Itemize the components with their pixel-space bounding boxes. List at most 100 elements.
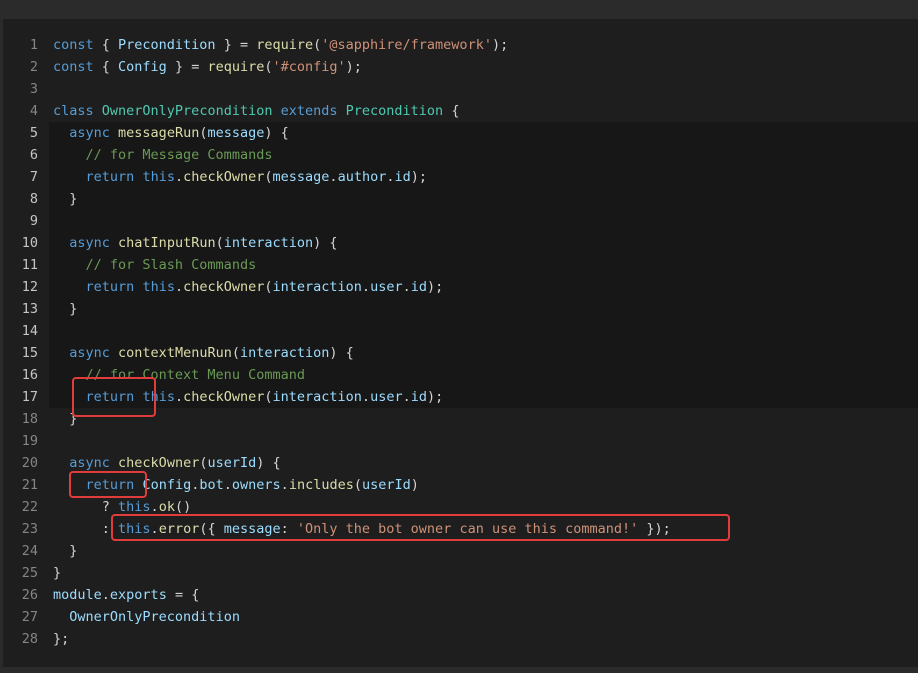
code-line[interactable]: 2 const { Config } = require('#config'); xyxy=(3,56,918,78)
code-token: user xyxy=(370,279,403,295)
code-token: user xyxy=(370,389,403,405)
code-token: Config xyxy=(142,477,192,493)
line-number: 24 xyxy=(21,543,38,559)
code-token: { xyxy=(93,59,119,75)
code-token: = { xyxy=(166,587,200,603)
code-line[interactable]: 6 // for Message Commands xyxy=(3,144,918,166)
line-number: 15 xyxy=(21,345,38,361)
code-token: . xyxy=(402,389,411,405)
code-line[interactable]: 16 // for Context Menu Command xyxy=(3,364,918,386)
code-line[interactable]: 22 ? this.ok() xyxy=(3,496,918,518)
code-text: : this.error({ message: 'Only the bot ow… xyxy=(53,518,671,540)
code-line[interactable]: 8 } xyxy=(3,188,918,210)
code-line[interactable]: 28}; xyxy=(3,628,918,650)
code-line[interactable]: 3 xyxy=(3,78,918,100)
code-line[interactable]: 20 async checkOwner(userId) { xyxy=(3,452,918,474)
code-token: ( xyxy=(264,389,273,405)
code-token: module xyxy=(53,587,102,603)
code-token: owners xyxy=(231,477,281,493)
code-token: OwnerOnlyPrecondition xyxy=(69,609,240,625)
code-line[interactable]: 26 module.exports = { xyxy=(3,584,918,606)
code-token: ( xyxy=(264,279,273,295)
code-token: return xyxy=(85,389,135,405)
line-number: 14 xyxy=(21,323,38,339)
code-line[interactable]: 11 // for Slash Commands xyxy=(3,254,918,276)
code-line[interactable]: 10 async chatInputRun(interaction) { xyxy=(3,232,918,254)
code-token: '#config' xyxy=(272,59,346,75)
code-token: ) { xyxy=(256,455,281,471)
code-token: interaction xyxy=(239,345,330,361)
code-line[interactable]: 25} xyxy=(3,562,918,584)
code-token: . xyxy=(329,169,338,185)
code-line[interactable]: 15 async contextMenuRun(interaction) { xyxy=(3,342,918,364)
code-token: checkOwner xyxy=(183,169,265,185)
code-line[interactable]: 4 class OwnerOnlyPrecondition extends Pre… xyxy=(3,100,918,122)
line-number: 23 xyxy=(21,521,38,537)
code-text: // for Message Commands xyxy=(53,144,273,166)
code-token: ( xyxy=(231,345,240,361)
line-number: 6 xyxy=(29,147,38,163)
line-number: 9 xyxy=(29,213,38,229)
code-line[interactable]: 12 return this.checkOwner(interaction.us… xyxy=(3,276,918,298)
line-number: 17 xyxy=(21,389,38,405)
code-line[interactable]: 24 } xyxy=(3,540,918,562)
code-line[interactable]: 19 xyxy=(3,430,918,452)
code-token: userId xyxy=(207,455,257,471)
code-token: this xyxy=(142,389,175,405)
code-token: id xyxy=(394,169,411,185)
code-token: Precondition xyxy=(118,37,216,53)
code-token: author xyxy=(337,169,387,185)
code-token: this xyxy=(118,499,151,515)
code-line[interactable]: 21 return Config.bot.owners.includes(use… xyxy=(3,474,918,496)
code-token: checkOwner xyxy=(118,455,200,471)
code-token: { xyxy=(93,37,119,53)
code-line[interactable]: 1 const { Precondition } = require('@sapp… xyxy=(3,34,918,56)
code-line[interactable]: 27 OwnerOnlyPrecondition xyxy=(3,606,918,628)
code-token: Precondition xyxy=(345,103,444,119)
line-number: 12 xyxy=(21,279,38,295)
code-token: return xyxy=(85,169,135,185)
code-token: } xyxy=(53,411,78,427)
code-token: ( xyxy=(264,59,273,75)
code-text: async messageRun(message) { xyxy=(53,122,289,144)
code-token: 'Only the bot owner can use this command… xyxy=(296,521,639,537)
code-token: async xyxy=(69,345,110,361)
code-token: userId xyxy=(361,477,411,493)
code-token: // for Message Commands xyxy=(85,147,273,163)
code-token: . xyxy=(402,279,411,295)
code-token: . xyxy=(174,389,184,405)
code-line[interactable]: 14 xyxy=(3,320,918,342)
code-line[interactable]: 5 async messageRun(message) { xyxy=(3,122,918,144)
code-token: : xyxy=(53,521,119,537)
code-editor[interactable]: 1 const { Precondition } = require('@sapp… xyxy=(3,19,918,667)
code-token: . xyxy=(101,587,110,603)
code-token: const xyxy=(53,59,94,75)
code-line[interactable]: 18 } xyxy=(3,408,918,430)
line-number: 18 xyxy=(21,411,38,427)
code-line[interactable]: 7 return this.checkOwner(message.author.… xyxy=(3,166,918,188)
line-number: 13 xyxy=(21,301,38,317)
code-token: ( xyxy=(215,235,224,251)
code-token: const xyxy=(53,37,94,53)
code-text: } xyxy=(53,562,61,584)
code-line[interactable]: 9 xyxy=(3,210,918,232)
line-number: 2 xyxy=(29,59,38,75)
code-line[interactable]: 13 } xyxy=(3,298,918,320)
code-token: ); xyxy=(491,37,509,53)
line-number: 25 xyxy=(21,565,38,581)
code-token: ) { xyxy=(264,125,289,141)
code-line[interactable]: 23 : this.error({ message: 'Only the bot… xyxy=(3,518,918,540)
code-token: id xyxy=(410,389,427,405)
code-token: }); xyxy=(638,521,671,537)
line-number: 4 xyxy=(29,103,38,119)
line-number: 20 xyxy=(21,455,38,471)
code-line[interactable]: 17 return this.checkOwner(interaction.us… xyxy=(3,386,918,408)
